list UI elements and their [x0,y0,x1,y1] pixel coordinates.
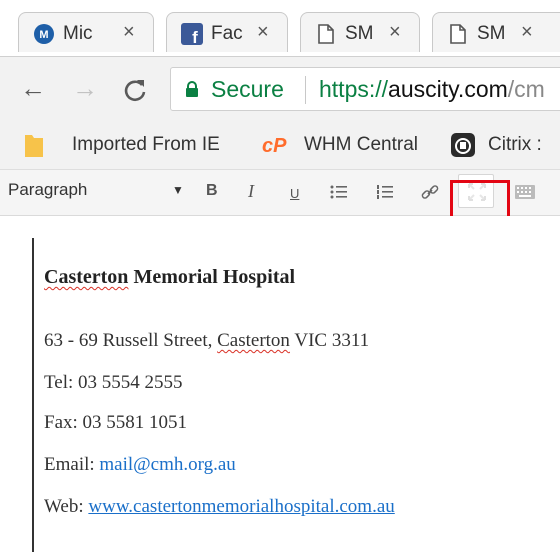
omnibox-divider [305,76,306,104]
tab-strip: M Mic × f Fac × SM × SM × [0,0,560,56]
bookmark-label: Citrix : [488,134,542,155]
url-text: https://auscity.com/cm [319,76,545,103]
website-link[interactable]: www.castertonmemorialhospital.com.au [88,496,394,517]
bookmark-citrix[interactable]: Citrix : [450,130,542,160]
navigation-bar: ← → Secure https://auscity.com/cm [0,56,560,120]
tab-sm-2[interactable]: SM × [432,12,560,52]
email-label: Email: [44,454,100,475]
underline-button[interactable]: U [290,184,299,204]
web-label: Web: [44,496,89,517]
document-icon [318,24,334,44]
tab-mic[interactable]: M Mic × [18,12,154,52]
italic-button[interactable]: I [248,181,254,201]
close-icon[interactable]: × [123,21,135,44]
bookmark-imported-from-ie[interactable]: Imported From IE [24,130,220,160]
reload-icon[interactable] [122,77,148,103]
facebook-icon: f [181,23,203,45]
tab-sm-1[interactable]: SM × [300,12,420,52]
close-icon[interactable]: × [257,21,269,44]
cpanel-icon: cP [262,135,287,156]
spellcheck-word: Casterton [217,330,290,351]
close-icon[interactable]: × [521,21,533,44]
back-button[interactable]: ← [20,71,46,105]
tab-title: Fac [211,23,243,44]
keyboard-icon[interactable] [514,184,536,200]
document-icon [450,24,466,44]
address-line: 63 - 69 Russell Street, Casterton VIC 33… [44,330,369,352]
tab-facebook[interactable]: f Fac × [166,12,288,52]
address-pre: 63 - 69 Russell Street, [44,330,218,351]
bookmark-label: Imported From IE [72,134,220,155]
bookmark-label: WHM Central [304,134,419,155]
chevron-down-icon[interactable]: ▼ [172,183,184,197]
forward-button[interactable]: → [72,71,98,105]
bookmarks-bar: Imported From IE cP WHM Central Citrix : [0,120,560,170]
bookmark-whm-central[interactable]: cP WHM Central [262,130,418,160]
web-line: Web: www.castertonmemorialhospital.com.a… [44,496,395,518]
address-post: VIC 3311 [289,330,370,351]
numbered-list-icon[interactable] [376,183,394,201]
secure-label: Secure [211,76,284,102]
fax-line: Fax: 03 5581 1051 [44,412,188,433]
email-line: Email: mail@cmh.org.au [44,454,236,476]
folder-icon [25,135,43,157]
m-badge-icon: M [34,24,54,44]
tab-title: Mic [63,23,93,44]
spellcheck-word: Casterton [44,266,129,288]
bullet-list-icon[interactable] [330,183,348,201]
svg-text:M: M [39,29,48,41]
content-left-border [32,238,34,552]
heading-rest: Memorial Hospital [128,266,296,288]
close-icon[interactable]: × [389,21,401,44]
svg-text:cP: cP [262,135,287,156]
hospital-name-heading: Casterton Memorial Hospital [44,266,295,289]
url-host: auscity.com [388,76,508,102]
editor-content[interactable]: Casterton Memorial Hospital 63 - 69 Russ… [0,216,560,552]
format-dropdown[interactable]: Paragraph [8,180,87,200]
email-link[interactable]: mail@cmh.org.au [99,454,235,475]
citrix-icon [451,133,475,157]
tab-title: SM [477,23,506,44]
url-path: /cm [507,76,545,102]
lock-icon [186,81,198,97]
phone-line: Tel: 03 5554 2555 [44,372,183,393]
address-bar[interactable]: Secure https://auscity.com/cm [170,67,560,111]
tab-title: SM [345,23,374,44]
link-icon[interactable] [420,182,440,202]
svg-text:f: f [192,28,198,45]
bold-button[interactable]: B [206,181,218,201]
url-scheme: https:// [319,76,389,102]
